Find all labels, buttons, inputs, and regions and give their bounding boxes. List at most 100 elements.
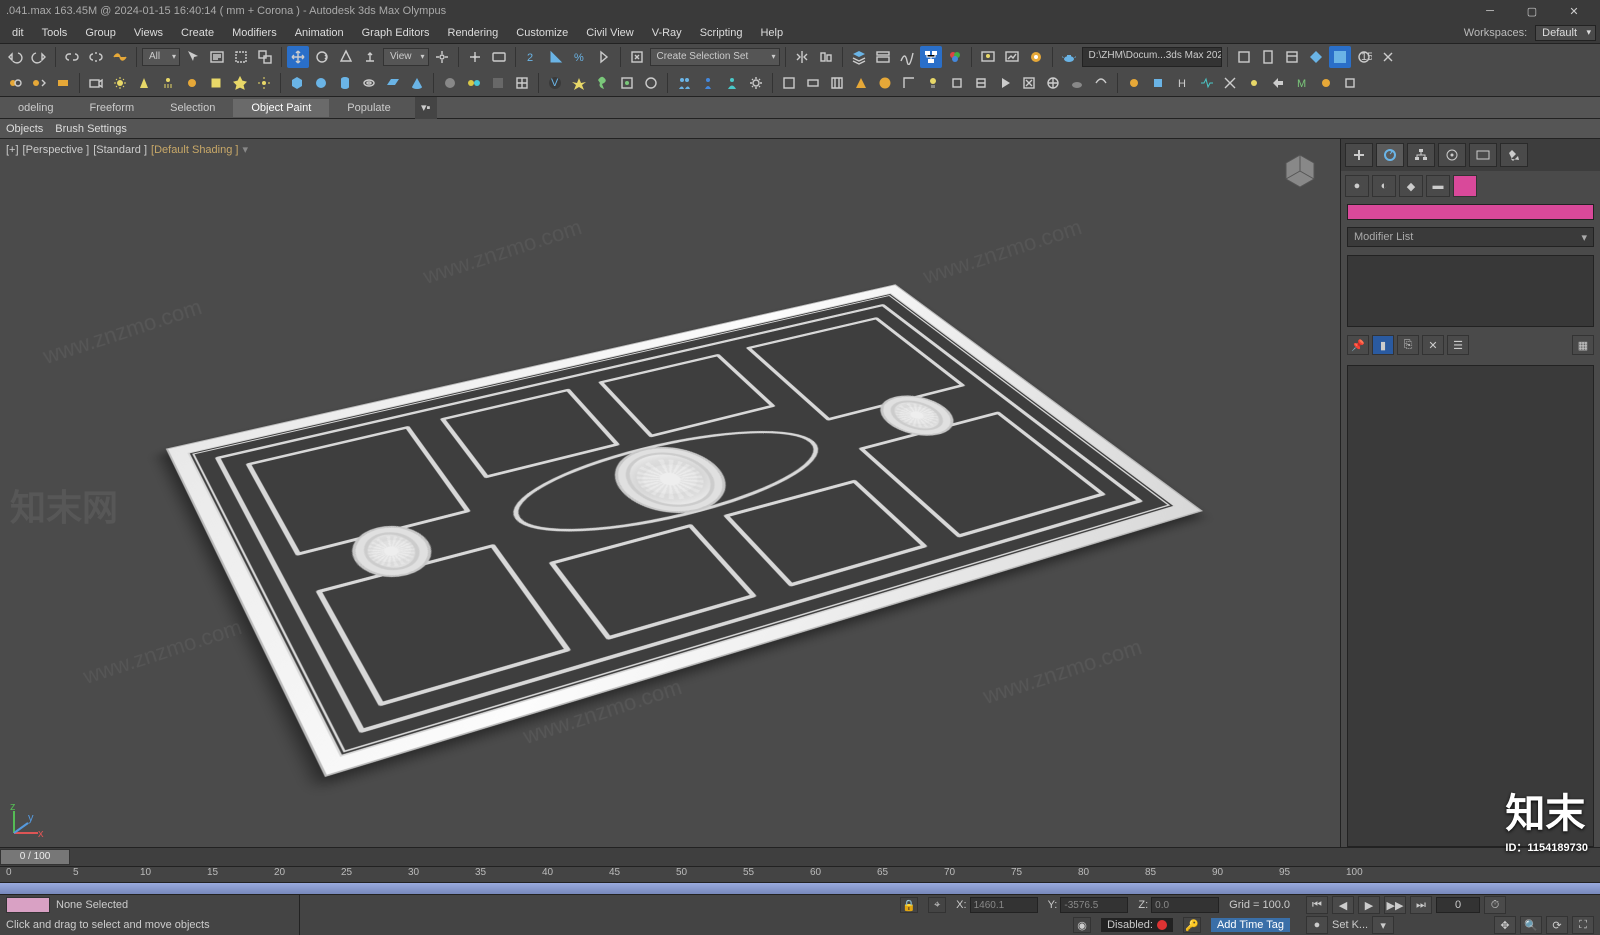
r2-light7-button[interactable] [253,72,275,94]
cp-utilities-tab[interactable] [1500,143,1528,167]
transform-type-in-button[interactable]: ⌖ [928,897,946,913]
prev-frame-button[interactable]: ◀ [1332,896,1354,914]
spinner-snap-button[interactable] [593,46,615,68]
r2-u13-button[interactable] [1147,72,1169,94]
time-slider[interactable]: 0 / 100 [0,847,1600,867]
workspace-dropdown[interactable]: Default [1535,25,1596,41]
cp-sub2[interactable]: ◐ [1372,175,1396,197]
remove-mod-button[interactable]: ✕ [1422,335,1444,355]
r2-u8-button[interactable] [970,72,992,94]
viewcube[interactable] [1278,149,1322,193]
r2-u20-button[interactable] [1315,72,1337,94]
nav-orbit-button[interactable]: ⟳ [1546,916,1568,934]
ribbon-tab-freeform[interactable]: Freeform [71,99,152,117]
add-time-tag-button[interactable]: Add Time Tag [1211,918,1290,932]
r2-u1-button[interactable] [778,72,800,94]
r2-attach-button[interactable] [4,72,26,94]
configure-mod-button[interactable]: ☰ [1447,335,1469,355]
undo-button[interactable] [4,46,26,68]
cp-hierarchy-tab[interactable] [1407,143,1435,167]
close-button[interactable]: ✕ [1554,1,1594,21]
r2-u21-button[interactable] [1339,72,1361,94]
r2-u2-button[interactable] [802,72,824,94]
r2-mat3-button[interactable] [487,72,509,94]
cp-sub4[interactable]: ▬ [1426,175,1450,197]
r2-u5-button[interactable] [874,72,896,94]
link-button[interactable] [61,46,83,68]
cp-sub3[interactable]: ◆ [1399,175,1423,197]
r2-torus-button[interactable] [358,72,380,94]
r2-detach-button[interactable] [28,72,50,94]
r2-u16-button[interactable] [1219,72,1241,94]
tool-a-button[interactable] [1233,46,1255,68]
object-color-swatch[interactable] [1347,204,1594,220]
select-manipulate-button[interactable] [464,46,486,68]
r2-u10-button[interactable] [1042,72,1064,94]
select-object-button[interactable] [182,46,204,68]
r2-corona-button[interactable] [568,72,590,94]
menu-edit[interactable]: dit [4,25,32,41]
vp-std[interactable]: [Standard ] [93,144,147,156]
r2-u4-button[interactable] [850,72,872,94]
r2-omni-light-button[interactable] [109,72,131,94]
r2-play-button[interactable] [994,72,1016,94]
r2-people2-button[interactable] [697,72,719,94]
cp-sub5[interactable] [1453,175,1477,197]
menu-help[interactable]: Help [752,25,791,41]
edit-named-sel-button[interactable] [626,46,648,68]
r2-mat1-button[interactable] [439,72,461,94]
r2-u9-button[interactable] [1018,72,1040,94]
keyboard-shortcut-button[interactable] [488,46,510,68]
select-scale-button[interactable] [335,46,357,68]
select-place-button[interactable] [359,46,381,68]
goto-end-button[interactable]: ⏭ [1410,896,1432,914]
schematic-view-button[interactable] [920,46,942,68]
snap-angle-button[interactable] [545,46,567,68]
menu-civil-view[interactable]: Civil View [578,25,641,41]
r2-cone-button[interactable] [406,72,428,94]
rollout-area[interactable] [1347,365,1594,847]
layer-explorer-button[interactable] [848,46,870,68]
vp-shading[interactable]: [Default Shading ] [151,144,238,156]
ref-coord-dropdown[interactable]: View [383,48,429,66]
render-frame-window-button[interactable] [1001,46,1023,68]
set-key-button[interactable]: 🔑 [1183,917,1201,933]
toggle-ribbon-button[interactable] [872,46,894,68]
nav-zoom-button[interactable]: 🔍 [1520,916,1542,934]
material-editor-button[interactable] [944,46,966,68]
subbar-objects[interactable]: Objects [6,123,43,135]
tool-f-button[interactable]: 15 [1353,46,1375,68]
r2-plane-button[interactable] [382,72,404,94]
r2-u11-button[interactable] [1090,72,1112,94]
time-ruler[interactable]: 0510152025303540455055606570758085909510… [0,867,1600,883]
r2-mat2-button[interactable] [463,72,485,94]
vp-plus[interactable]: [+] [6,144,19,156]
cp-modify-tab[interactable] [1376,143,1404,167]
play-button[interactable]: ▶ [1358,896,1380,914]
r2-light6-button[interactable] [229,72,251,94]
snap-percent-button[interactable]: % [569,46,591,68]
r2-bulb-button[interactable] [922,72,944,94]
nav-max-button[interactable]: ⛶ [1572,916,1594,934]
r2-u17-button[interactable] [1243,72,1265,94]
r2-people1-button[interactable] [673,72,695,94]
r2-vray-button[interactable]: V [544,72,566,94]
z-coord-input[interactable] [1151,897,1219,913]
viewport-label[interactable]: [+] [Perspective ] [Standard ] [Default … [6,143,248,156]
project-path-field[interactable]: D:\ZHM\Docum...3ds Max 202 [1082,47,1222,67]
r2-spot-light-button[interactable] [133,72,155,94]
r2-u12-button[interactable] [1123,72,1145,94]
show-end-result-button[interactable]: ▮ [1372,335,1394,355]
r2-light4-button[interactable] [181,72,203,94]
r2-people3-button[interactable] [721,72,743,94]
script-mini-listener[interactable] [6,897,50,913]
ribbon-tab-object-paint[interactable]: Object Paint [233,99,329,117]
r2-box-button[interactable] [286,72,308,94]
align-button[interactable] [815,46,837,68]
time-config-button[interactable]: ⏱ [1484,896,1506,914]
r2-u7-button[interactable] [946,72,968,94]
vp-shading-icon[interactable]: ▾ [242,143,248,156]
goto-start-button[interactable]: ⏮ [1306,896,1328,914]
mirror-button[interactable] [791,46,813,68]
rect-select-button[interactable] [230,46,252,68]
